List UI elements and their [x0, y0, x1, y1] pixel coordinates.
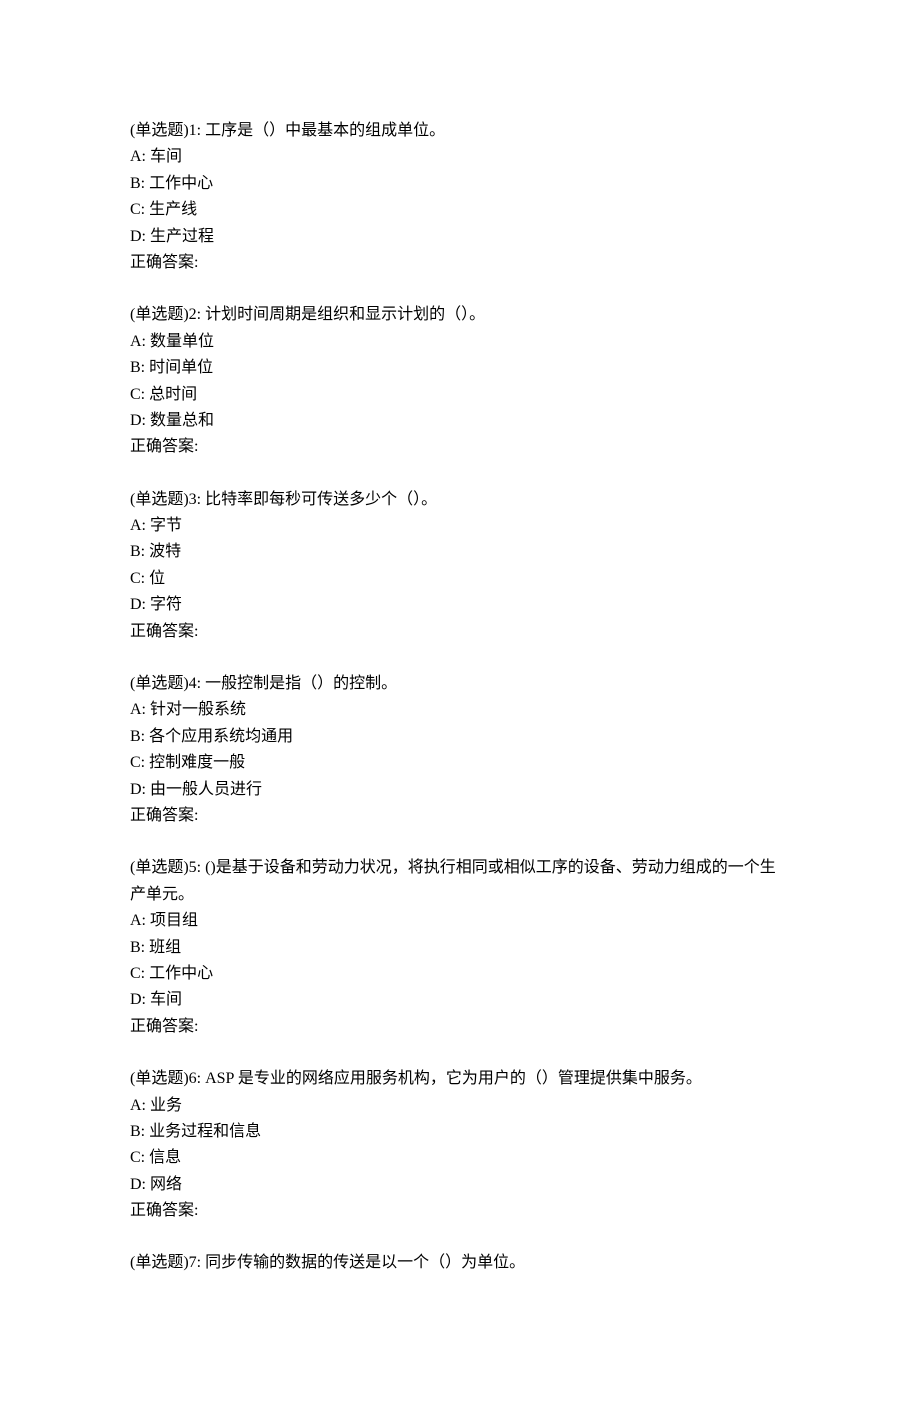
question-stem: (单选题)1: 工序是（）中最基本的组成单位。 [130, 118, 790, 144]
question-stem: (单选题)3: 比特率即每秒可传送多少个（）。 [130, 487, 790, 513]
question-stem: (单选题)6: ASP 是专业的网络应用服务机构，它为用户的（）管理提供集中服务… [130, 1066, 790, 1092]
option-b: B: 业务过程和信息 [130, 1119, 790, 1145]
answer-label: 正确答案: [130, 1198, 790, 1224]
option-b: B: 各个应用系统均通用 [130, 724, 790, 750]
option-c: C: 生产线 [130, 197, 790, 223]
option-c: C: 位 [130, 566, 790, 592]
option-d: D: 由一般人员进行 [130, 777, 790, 803]
question-5: (单选题)5: ()是基于设备和劳动力状况，将执行相同或相似工序的设备、劳动力组… [130, 855, 790, 1040]
answer-label: 正确答案: [130, 250, 790, 276]
question-7: (单选题)7: 同步传输的数据的传送是以一个（）为单位。 [130, 1250, 790, 1276]
option-a: A: 数量单位 [130, 329, 790, 355]
question-stem: (单选题)4: 一般控制是指（）的控制。 [130, 671, 790, 697]
option-a: A: 字节 [130, 513, 790, 539]
option-b: B: 班组 [130, 935, 790, 961]
option-b: B: 波特 [130, 539, 790, 565]
option-d: D: 网络 [130, 1172, 790, 1198]
option-b: B: 时间单位 [130, 355, 790, 381]
document-page: (单选题)1: 工序是（）中最基本的组成单位。 A: 车间 B: 工作中心 C:… [0, 0, 920, 1403]
option-d: D: 生产过程 [130, 224, 790, 250]
option-a: A: 车间 [130, 144, 790, 170]
answer-label: 正确答案: [130, 803, 790, 829]
answer-label: 正确答案: [130, 434, 790, 460]
answer-label: 正确答案: [130, 1014, 790, 1040]
option-d: D: 数量总和 [130, 408, 790, 434]
question-stem: (单选题)5: ()是基于设备和劳动力状况，将执行相同或相似工序的设备、劳动力组… [130, 855, 790, 908]
question-1: (单选题)1: 工序是（）中最基本的组成单位。 A: 车间 B: 工作中心 C:… [130, 118, 790, 276]
option-c: C: 控制难度一般 [130, 750, 790, 776]
question-3: (单选题)3: 比特率即每秒可传送多少个（）。 A: 字节 B: 波特 C: 位… [130, 487, 790, 645]
answer-label: 正确答案: [130, 619, 790, 645]
question-stem: (单选题)2: 计划时间周期是组织和显示计划的（）。 [130, 302, 790, 328]
option-c: C: 工作中心 [130, 961, 790, 987]
question-4: (单选题)4: 一般控制是指（）的控制。 A: 针对一般系统 B: 各个应用系统… [130, 671, 790, 829]
question-stem: (单选题)7: 同步传输的数据的传送是以一个（）为单位。 [130, 1250, 790, 1276]
option-a: A: 业务 [130, 1093, 790, 1119]
question-2: (单选题)2: 计划时间周期是组织和显示计划的（）。 A: 数量单位 B: 时间… [130, 302, 790, 460]
option-d: D: 车间 [130, 987, 790, 1013]
option-c: C: 总时间 [130, 382, 790, 408]
question-6: (单选题)6: ASP 是专业的网络应用服务机构，它为用户的（）管理提供集中服务… [130, 1066, 790, 1224]
option-b: B: 工作中心 [130, 171, 790, 197]
option-a: A: 针对一般系统 [130, 697, 790, 723]
option-c: C: 信息 [130, 1145, 790, 1171]
option-a: A: 项目组 [130, 908, 790, 934]
option-d: D: 字符 [130, 592, 790, 618]
